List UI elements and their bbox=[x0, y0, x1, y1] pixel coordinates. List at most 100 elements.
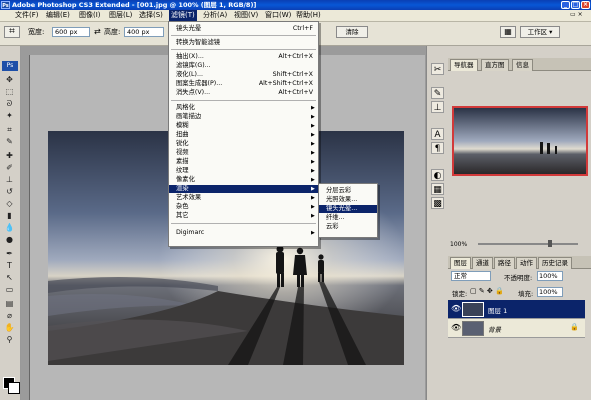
filter-item-liquify[interactable]: 液化(L)... Shift+Ctrl+X bbox=[169, 71, 318, 79]
notes-icon[interactable]: ▤ bbox=[3, 299, 16, 309]
zoom-slider[interactable] bbox=[478, 243, 578, 245]
filter-item-stylize[interactable]: 风格化 ▶ bbox=[169, 104, 318, 112]
layer-name[interactable]: 背景 bbox=[488, 324, 501, 334]
character-icon[interactable]: A bbox=[431, 128, 444, 140]
filter-item-render[interactable]: 渲染 ▶ bbox=[169, 185, 318, 193]
history-brush-icon[interactable]: ↺ bbox=[3, 187, 16, 197]
filter-item-texture[interactable]: 纹理 ▶ bbox=[169, 167, 318, 175]
eye-icon[interactable]: 👁 bbox=[451, 323, 461, 332]
eraser-icon[interactable]: ◇ bbox=[3, 199, 16, 209]
palette-well-icon[interactable]: ▦ bbox=[500, 26, 516, 38]
eye-icon[interactable]: 👁 bbox=[451, 304, 461, 313]
filter-item-sketch[interactable]: 素描 ▶ bbox=[169, 158, 318, 166]
menu-help[interactable]: 帮助(H) bbox=[294, 10, 323, 21]
blur-icon[interactable]: 💧 bbox=[3, 223, 16, 233]
filter-item-distort[interactable]: 扭曲 ▶ bbox=[169, 131, 318, 139]
menu-edit[interactable]: 编辑(E) bbox=[44, 10, 72, 21]
stamp-icon[interactable]: ⊥ bbox=[3, 175, 16, 185]
eyedropper-icon[interactable]: ⌀ bbox=[3, 311, 16, 321]
styles-icon[interactable]: ▩ bbox=[431, 197, 444, 209]
healing-icon[interactable]: ✚ bbox=[3, 151, 16, 161]
filter-item-blur[interactable]: 模糊 ▶ bbox=[169, 122, 318, 130]
tab-info[interactable]: 信息 bbox=[512, 59, 533, 71]
paragraph-icon[interactable]: ¶ bbox=[431, 142, 444, 154]
render-item-lens-flare[interactable]: 镜头光晕... bbox=[319, 205, 377, 213]
lasso-tool-icon[interactable]: ᘐ bbox=[3, 99, 16, 109]
layer-name[interactable]: 图层 1 bbox=[488, 305, 507, 315]
filter-item-digimarc[interactable]: Digimarc ▶ bbox=[169, 229, 318, 237]
zoom-slider-thumb[interactable] bbox=[548, 240, 552, 247]
swatches-icon[interactable]: ▦ bbox=[431, 183, 444, 195]
blend-mode-select[interactable]: 正常 bbox=[451, 271, 491, 281]
slice-icon[interactable]: ✎ bbox=[3, 137, 16, 147]
color-icon[interactable]: ◐ bbox=[431, 169, 444, 181]
layer-row-1[interactable]: 👁 图层 1 bbox=[448, 300, 585, 319]
render-item-fibers[interactable]: 纤维... bbox=[319, 214, 377, 222]
pen-icon[interactable]: ✒ bbox=[3, 249, 16, 259]
restore-icon[interactable]: ▭ × bbox=[570, 11, 583, 18]
hand-icon[interactable]: ✋ bbox=[3, 323, 16, 333]
filter-item-other[interactable]: 其它 ▶ bbox=[169, 212, 318, 220]
render-item-clouds[interactable]: 云彩 bbox=[319, 223, 377, 231]
type-icon[interactable]: T bbox=[3, 261, 16, 271]
crop-tool-icon[interactable]: ⌗ bbox=[4, 26, 20, 38]
menu-file[interactable]: 文件(F) bbox=[13, 10, 41, 21]
filter-item-extract[interactable]: 抽出(X)... Alt+Ctrl+X bbox=[169, 53, 318, 61]
render-item-difference-clouds[interactable]: 分层云彩 bbox=[319, 187, 377, 195]
height-field[interactable]: 400 px bbox=[124, 27, 164, 37]
fill-field[interactable]: 100% bbox=[537, 287, 563, 297]
zoom-icon[interactable]: ⚲ bbox=[3, 335, 16, 345]
menu-layer[interactable]: 图层(L) bbox=[107, 10, 134, 21]
workspace-button[interactable]: 工作区 ▾ bbox=[520, 26, 560, 38]
marquee-tool-icon[interactable]: ⬚ bbox=[3, 87, 16, 97]
navigator-preview[interactable] bbox=[452, 106, 588, 176]
navigator-zoom[interactable]: 100% bbox=[450, 241, 467, 248]
clear-button[interactable]: 清除 bbox=[336, 26, 368, 38]
background-color-swatch[interactable] bbox=[8, 382, 20, 394]
menu-analysis[interactable]: 分析(A) bbox=[201, 10, 229, 21]
filter-item-brush-strokes[interactable]: 画笔描边 ▶ bbox=[169, 113, 318, 121]
filter-item-artistic[interactable]: 艺术效果 ▶ bbox=[169, 194, 318, 202]
menu-view[interactable]: 视图(V) bbox=[232, 10, 260, 21]
shape-icon[interactable]: ▭ bbox=[3, 285, 16, 295]
render-item-lighting-effects[interactable]: 光照效果... bbox=[319, 196, 377, 204]
tab-layers[interactable]: 图层 bbox=[450, 257, 471, 269]
filter-item-video[interactable]: 视频 ▶ bbox=[169, 149, 318, 157]
brushes-icon[interactable]: ✎ bbox=[431, 87, 444, 99]
menu-filter[interactable]: 滤镜(T) bbox=[169, 10, 197, 21]
move-tool-icon[interactable]: ✥ bbox=[3, 75, 16, 85]
brush-icon[interactable]: ✐ bbox=[3, 163, 16, 173]
tab-actions[interactable]: 动作 bbox=[516, 257, 537, 269]
filter-item-vanishing-point[interactable]: 消失点(V)... Alt+Ctrl+V bbox=[169, 89, 318, 97]
menu-window[interactable]: 窗口(W) bbox=[263, 10, 293, 21]
tab-navigator[interactable]: 导航器 bbox=[450, 59, 478, 71]
filter-item-sharpen[interactable]: 锐化 ▶ bbox=[169, 140, 318, 148]
layer-row-background[interactable]: 👁 背景 🔒 bbox=[448, 319, 585, 338]
tool-presets-icon[interactable]: ✂ bbox=[431, 63, 444, 75]
filter-item-gallery[interactable]: 滤镜库(G)... bbox=[169, 62, 318, 70]
swap-icon[interactable]: ⇄ bbox=[94, 27, 101, 36]
close-icon[interactable]: × bbox=[581, 1, 590, 9]
opacity-field[interactable]: 100% bbox=[537, 271, 563, 281]
minimize-icon[interactable]: _ bbox=[561, 1, 570, 9]
tab-history[interactable]: 历史记录 bbox=[538, 257, 572, 269]
magic-wand-icon[interactable]: ✦ bbox=[3, 111, 16, 121]
tab-channels[interactable]: 通道 bbox=[472, 257, 493, 269]
menu-image[interactable]: 图像(I) bbox=[77, 10, 103, 21]
menu-select[interactable]: 选择(S) bbox=[137, 10, 165, 21]
lock-icons[interactable]: ▢ ✎ ✥ 🔒 bbox=[470, 287, 504, 295]
crop-icon[interactable]: ⌗ bbox=[3, 125, 16, 135]
width-field[interactable]: 600 px bbox=[52, 27, 90, 37]
gradient-icon[interactable]: ▮ bbox=[3, 211, 16, 221]
filter-item-last-filter[interactable]: 镜头光晕 Ctrl+F bbox=[169, 25, 318, 33]
path-select-icon[interactable]: ↖ bbox=[3, 273, 16, 283]
clone-source-icon[interactable]: ⊥ bbox=[431, 101, 444, 113]
filter-item-pattern-maker[interactable]: 图案生成器(P)... Alt+Shift+Ctrl+X bbox=[169, 80, 318, 88]
filter-item-pixelate[interactable]: 像素化 ▶ bbox=[169, 176, 318, 184]
tab-paths[interactable]: 路径 bbox=[494, 257, 515, 269]
dodge-icon[interactable]: ● bbox=[3, 235, 16, 245]
maximize-icon[interactable]: □ bbox=[571, 1, 580, 9]
filter-item-noise[interactable]: 杂色 ▶ bbox=[169, 203, 318, 211]
filter-item-smart-filter[interactable]: 转换为智能滤镜 bbox=[169, 39, 318, 47]
tab-histogram[interactable]: 直方图 bbox=[481, 59, 509, 71]
